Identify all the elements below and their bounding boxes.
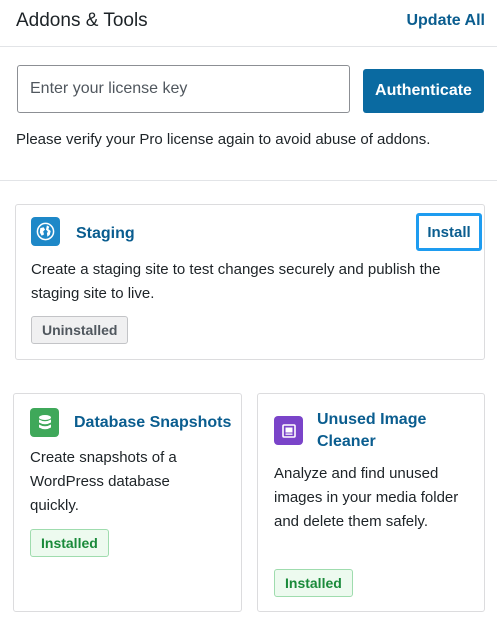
authenticate-button[interactable]: Authenticate [363,69,484,113]
license-key-input[interactable] [17,65,350,113]
status-badge-database-snapshots: Installed [30,529,109,557]
license-verify-note: Please verify your Pro license again to … [16,131,431,148]
addon-name-staging[interactable]: Staging [76,223,135,245]
addon-name-database-snapshots[interactable]: Database Snapshots [74,412,231,434]
status-badge-staging: Uninstalled [31,316,129,344]
install-button-staging[interactable]: Install [416,213,482,251]
addon-description-database-snapshots: Create snapshots of a WordPress database… [30,449,177,514]
addon-card-unused-image-cleaner: Unused Image Cleaner Analyze and find un… [257,393,485,612]
update-all-link[interactable]: Update All [406,12,485,30]
addon-card-staging: Staging Create a staging site to test ch… [15,204,485,360]
page-title: Addons & Tools [16,10,148,31]
addon-card-database-snapshots: Database Snapshots Create snapshots of a… [13,393,242,612]
section-divider [0,180,497,181]
addon-description-unused-image-cleaner: Analyze and find unused images in your m… [274,465,459,530]
database-icon [30,408,59,437]
page-header: Addons & Tools Update All [0,0,497,47]
globe-icon [31,217,60,246]
image-cleaner-icon [274,416,303,445]
status-badge-unused-image-cleaner: Installed [274,569,353,597]
addon-name-unused-image-cleaner[interactable]: Unused Image Cleaner [317,409,457,453]
addon-description-staging: Create a staging site to test changes se… [31,261,441,302]
